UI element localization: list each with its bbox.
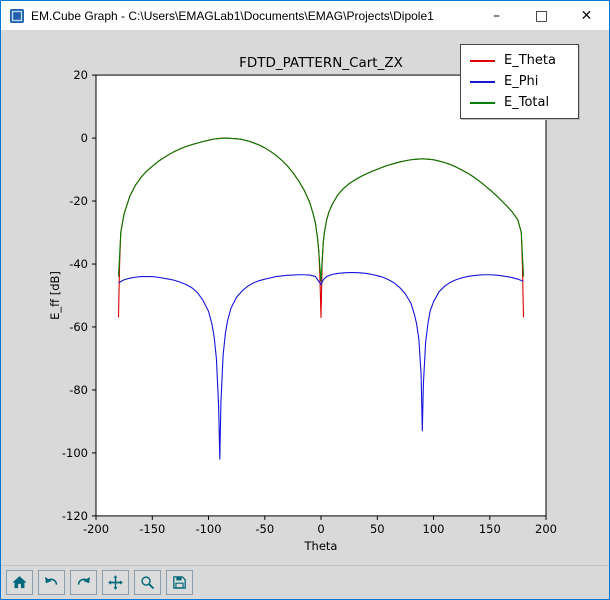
svg-text:-200: -200	[83, 522, 109, 536]
save-button[interactable]	[166, 570, 193, 595]
minimize-button[interactable]: –	[474, 1, 519, 30]
svg-text:0: 0	[81, 131, 88, 145]
svg-text:-80: -80	[69, 383, 88, 397]
legend-line-sample	[470, 102, 495, 104]
pan-button[interactable]	[102, 570, 129, 595]
svg-text:FDTD_PATTERN_Cart_ZX: FDTD_PATTERN_Cart_ZX	[239, 55, 403, 71]
svg-text:-120: -120	[62, 509, 88, 523]
zoom-icon	[139, 574, 156, 591]
legend-item: E_Total	[470, 92, 570, 113]
legend: E_Theta E_Phi E_Total	[460, 44, 579, 119]
back-button[interactable]	[38, 570, 65, 595]
svg-text:-50: -50	[255, 522, 274, 536]
svg-text:-60: -60	[69, 320, 88, 334]
svg-text:-100: -100	[195, 522, 221, 536]
svg-text:Theta: Theta	[304, 539, 338, 553]
svg-text:50: 50	[370, 522, 385, 536]
back-icon	[43, 574, 60, 591]
forward-button[interactable]	[70, 570, 97, 595]
svg-text:-20: -20	[69, 194, 88, 208]
legend-line-sample	[470, 60, 495, 62]
forward-icon	[75, 574, 92, 591]
legend-item: E_Theta	[470, 50, 570, 71]
home-button[interactable]	[6, 570, 33, 595]
legend-label: E_Total	[504, 95, 549, 110]
zoom-button[interactable]	[134, 570, 161, 595]
window-controls: – □ ✕	[474, 1, 609, 30]
svg-text:100: 100	[423, 522, 445, 536]
pan-icon	[107, 574, 124, 591]
window-title: EM.Cube Graph - C:\Users\EMAGLab1\Docume…	[31, 9, 474, 23]
legend-item: E_Phi	[470, 71, 570, 92]
app-icon	[9, 8, 25, 24]
titlebar[interactable]: EM.Cube Graph - C:\Users\EMAGLab1\Docume…	[1, 1, 609, 30]
svg-text:0: 0	[317, 522, 324, 536]
legend-label: E_Phi	[504, 74, 538, 89]
svg-text:-150: -150	[139, 522, 165, 536]
close-button[interactable]: ✕	[564, 1, 609, 30]
svg-text:150: 150	[479, 522, 501, 536]
svg-text:E_ff [dB]: E_ff [dB]	[48, 271, 62, 320]
legend-line-sample	[470, 81, 495, 83]
window: EM.Cube Graph - C:\Users\EMAGLab1\Docume…	[0, 0, 610, 600]
save-icon	[171, 574, 188, 591]
home-icon	[11, 574, 28, 591]
figure-canvas[interactable]: -200-150-100-50050100150200200-20-40-60-…	[1, 30, 609, 565]
svg-text:-100: -100	[62, 446, 88, 460]
legend-label: E_Theta	[504, 53, 556, 68]
svg-text:200: 200	[535, 522, 557, 536]
maximize-button[interactable]: □	[519, 1, 564, 30]
svg-text:20: 20	[73, 68, 88, 82]
plot-toolbar	[1, 565, 609, 599]
svg-text:-40: -40	[69, 257, 88, 271]
